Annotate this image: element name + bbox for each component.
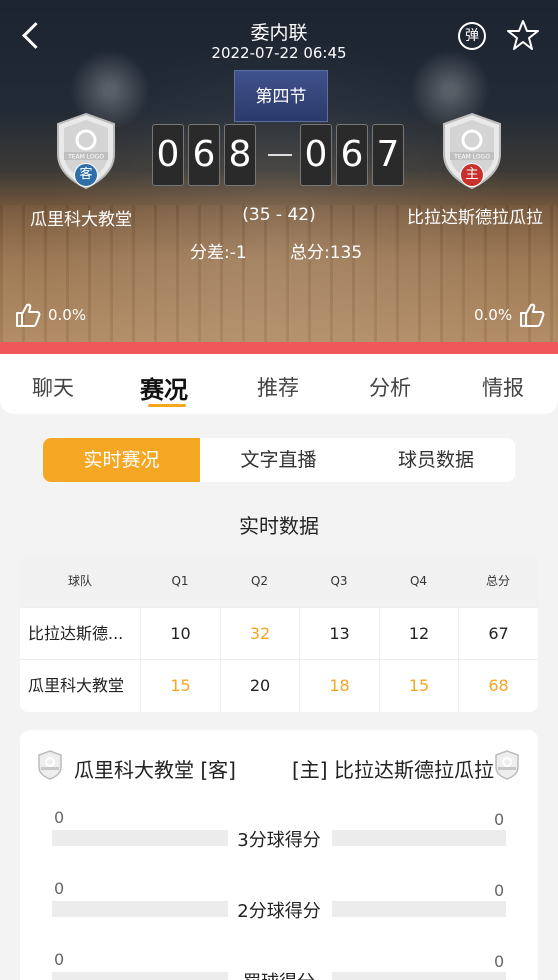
tab-analysis[interactable]: 分析	[369, 372, 411, 402]
stat-row-2pt: 0 0 2分球得分	[20, 879, 538, 939]
stat-away-value: 0	[54, 950, 65, 969]
segment-live-stats[interactable]: 实时赛况	[43, 438, 200, 482]
score-cell: 18	[299, 660, 379, 712]
away-side-badge: 客	[74, 163, 98, 187]
score-cell: 67	[458, 608, 538, 660]
svg-text:TEAM LOGO: TEAM LOGO	[67, 154, 104, 161]
period-indicator: 第四节	[234, 70, 328, 122]
column-header: Q3	[330, 574, 348, 588]
table-header: 球队 Q1 Q2 Q3 Q4 总分	[20, 555, 538, 607]
segment-control: 实时赛况 文字直播 球员数据	[43, 438, 515, 482]
quarter-score-table: 球队 Q1 Q2 Q3 Q4 总分 比拉达斯德... 10 32 13 12 6…	[20, 555, 538, 712]
match-header: 委内联 2022-07-22 06:45 弹 第四节 TEAM LOGO 客 T…	[0, 0, 558, 342]
score-digit: 0	[152, 124, 184, 186]
home-team-name: 比拉达斯德拉瓜拉	[407, 208, 543, 228]
stat-row-ft: 0 0 罚球得分	[20, 950, 538, 980]
stats-away-team-label: 瓜里科大教堂 [客]	[74, 758, 236, 782]
away-team-small-logo	[38, 750, 62, 780]
stat-label: 罚球得分	[20, 968, 538, 980]
score-digit: 8	[224, 124, 256, 186]
point-spread: 分差:-1	[190, 243, 247, 263]
column-header: Q1	[171, 574, 189, 588]
total-points: 总分:135	[290, 243, 363, 263]
home-like-button[interactable]: 0.0%	[474, 302, 546, 328]
column-header: 球队	[67, 574, 92, 588]
score-digit: 6	[188, 124, 220, 186]
team-cell: 比拉达斯德...	[28, 624, 124, 643]
home-score: 0 6 7	[300, 124, 404, 186]
score-cell: 15	[140, 660, 220, 712]
away-like-button[interactable]: 0.0%	[14, 302, 86, 328]
score-cell: 12	[379, 608, 458, 660]
stat-away-value: 0	[54, 879, 65, 898]
stat-away-value: 0	[54, 808, 65, 827]
score-cell: 15	[379, 660, 458, 712]
home-like-percent: 0.0%	[474, 306, 513, 324]
score-separator	[268, 154, 292, 156]
segment-player-stats[interactable]: 球员数据	[357, 438, 515, 482]
svg-text:TEAM LOGO: TEAM LOGO	[453, 154, 490, 161]
score-cell: 10	[140, 608, 220, 660]
column-header: Q4	[409, 574, 428, 588]
momentum-bar	[0, 342, 558, 354]
column-header: Q2	[250, 574, 269, 588]
tab-recommend[interactable]: 推荐	[257, 372, 299, 402]
stat-row-3pt: 0 0 3分球得分	[20, 808, 538, 868]
team-cell: 瓜里科大教堂	[28, 676, 125, 695]
score-cell: 68	[458, 660, 538, 712]
away-like-percent: 0.0%	[48, 306, 87, 324]
danmu-toggle-button[interactable]: 弹	[458, 22, 486, 50]
thumbs-up-icon	[16, 303, 41, 327]
tab-live-status[interactable]: 赛况	[140, 370, 188, 405]
stats-home-team-label: [主] 比拉达斯德拉瓜拉	[292, 758, 494, 782]
favorite-star-icon[interactable]	[506, 18, 540, 52]
score-cell: 20	[220, 660, 299, 712]
tab-chat[interactable]: 聊天	[32, 372, 74, 402]
active-tab-indicator	[148, 404, 186, 407]
stat-label: 2分球得分	[237, 901, 321, 922]
score-digit: 0	[300, 124, 332, 186]
column-header: 总分	[485, 574, 510, 588]
thumbs-up-icon	[520, 303, 545, 327]
score-digit: 6	[336, 124, 368, 186]
tab-bar: 聊天 赛况 推荐 分析 情报	[0, 354, 558, 414]
score-cell: 32	[220, 608, 299, 660]
away-score: 0 6 8	[152, 124, 256, 186]
tab-intel[interactable]: 情报	[482, 372, 524, 402]
home-side-badge: 主	[460, 163, 484, 187]
table-row: 瓜里科大教堂 15 20 18 15 68	[20, 659, 538, 712]
table-row: 比拉达斯德... 10 32 13 12 67	[20, 607, 538, 660]
score-cell: 13	[299, 608, 379, 660]
stat-label: 3分球得分	[237, 830, 321, 851]
score-digit: 7	[372, 124, 404, 186]
team-stats-card: 瓜里科大教堂 [客] [主] 比拉达斯德拉瓜拉 0 0 3分球得分 0 0 2分…	[20, 730, 538, 980]
section-title: 实时数据	[239, 514, 319, 538]
home-team-small-logo	[495, 750, 519, 780]
segment-text-live[interactable]: 文字直播	[200, 438, 357, 482]
